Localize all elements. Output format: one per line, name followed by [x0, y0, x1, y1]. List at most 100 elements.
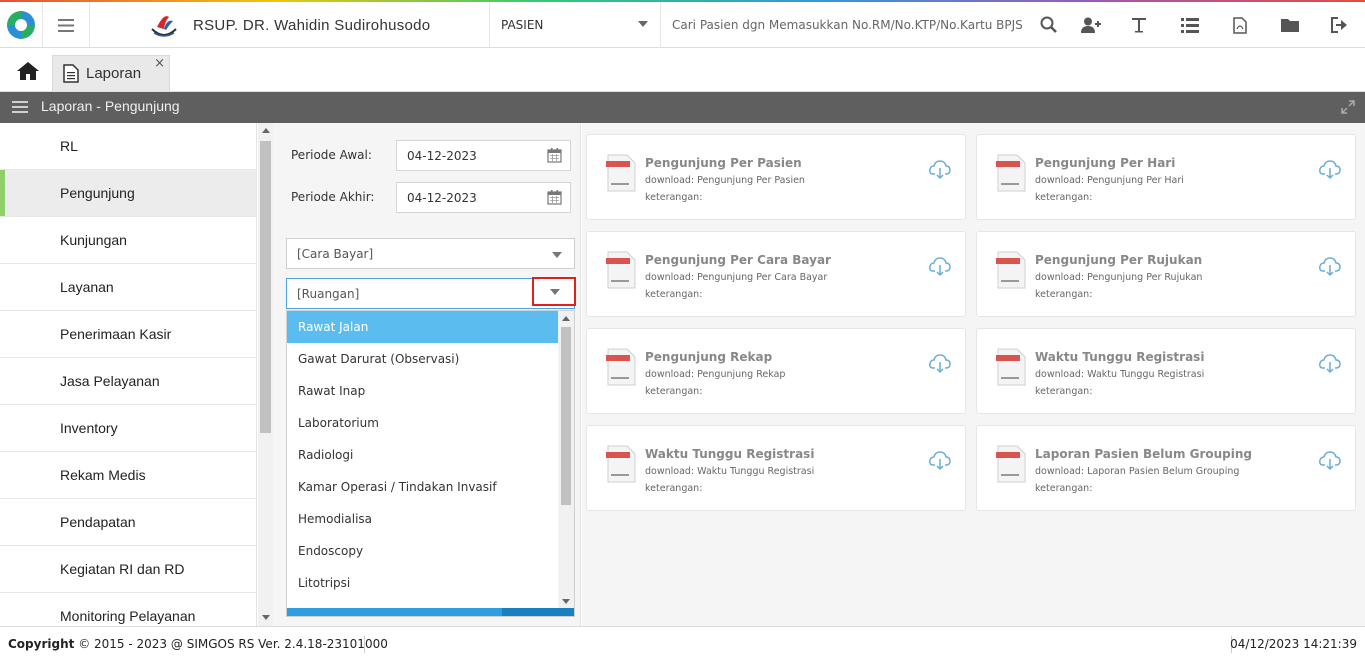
top-bar: RSUP. DR. Wahidin Sudirohusodo PASIEN: [0, 0, 1365, 48]
ruangan-dropdown-trigger[interactable]: [532, 277, 576, 306]
scroll-up-icon[interactable]: [562, 316, 570, 321]
dropdown-option-endoscopy[interactable]: Endoscopy: [287, 535, 558, 567]
home-button[interactable]: [10, 56, 46, 86]
cloud-download-icon[interactable]: [929, 354, 951, 374]
hospital-name: RSUP. DR. Wahidin Sudirohusodo: [193, 16, 431, 34]
footer: Copyright © 2015 - 2023 @ SIMGOS RS Ver.…: [0, 626, 1365, 662]
sidebar-item-inventory[interactable]: Inventory: [0, 405, 256, 452]
cloud-download-icon[interactable]: [929, 451, 951, 471]
report-keterangan: keterangan:: [645, 289, 703, 300]
sidebar-item-label: Inventory: [60, 420, 118, 436]
report-title: Pengunjung Per Rujukan: [1035, 253, 1203, 267]
pdf-icon: [1233, 16, 1247, 34]
report-card[interactable]: Pengunjung Per Rujukan download: Pengunj…: [976, 231, 1356, 317]
sidebar-item-label: Kunjungan: [60, 232, 127, 248]
document-icon: [63, 64, 79, 83]
sidebar-scrollbar[interactable]: [258, 123, 273, 626]
dropdown-option-kamar-operasi[interactable]: Kamar Operasi / Tindakan Invasif: [287, 471, 558, 503]
sidebar-item-layanan[interactable]: Layanan: [0, 264, 256, 311]
mode-select[interactable]: PASIEN: [491, 2, 661, 48]
scroll-down-icon[interactable]: [262, 615, 270, 620]
cara-bayar-select[interactable]: [Cara Bayar]: [286, 238, 575, 269]
panel-title: Laporan - Pengunjung: [41, 98, 180, 114]
home-icon: [17, 62, 39, 80]
report-card[interactable]: Waktu Tunggu Registrasi download: Waktu …: [976, 328, 1356, 414]
patient-search[interactable]: [662, 2, 1024, 48]
report-card[interactable]: Pengunjung Per Hari download: Pengunjung…: [976, 134, 1356, 220]
sidebar-item-penerimaan-kasir[interactable]: Penerimaan Kasir: [0, 311, 256, 358]
dropdown-option-rawat-jalan[interactable]: Rawat Jalan: [287, 311, 558, 343]
report-title: Pengunjung Per Cara Bayar: [645, 253, 831, 267]
hospital-logo-icon: [151, 16, 177, 37]
dropdown-option-rawat-inap[interactable]: Rawat Inap: [287, 375, 558, 407]
panel-menu-icon[interactable]: [12, 101, 28, 113]
scroll-up-icon[interactable]: [262, 128, 270, 133]
calendar-icon[interactable]: [547, 148, 562, 163]
folder-icon: [1281, 19, 1299, 32]
ruangan-select[interactable]: [Ruangan]: [286, 277, 576, 309]
cloud-download-icon[interactable]: [1319, 354, 1341, 374]
cloud-download-icon[interactable]: [1319, 160, 1341, 180]
periode-awal-field[interactable]: 04-12-2023: [396, 140, 571, 171]
sidebar-item-rl[interactable]: RL: [0, 123, 256, 170]
report-card[interactable]: Pengunjung Per Cara Bayar download: Peng…: [586, 231, 966, 317]
report-card[interactable]: Pengunjung Per Pasien download: Pengunju…: [586, 134, 966, 220]
sidebar-item-jasa-pelayanan[interactable]: Jasa Pelayanan: [0, 358, 256, 405]
report-download-text: download: Pengunjung Per Pasien: [645, 175, 805, 186]
sidebar-item-monitoring-pelayanan[interactable]: Monitoring Pelayanan: [0, 593, 256, 626]
search-icon: [1040, 16, 1057, 33]
report-file-icon: [606, 154, 636, 192]
report-title: Laporan Pasien Belum Grouping: [1035, 447, 1253, 461]
report-keterangan: keterangan:: [1035, 483, 1093, 494]
tab-label: Laporan: [86, 65, 142, 82]
cloud-download-icon[interactable]: [1319, 451, 1341, 471]
footer-divider: [364, 636, 365, 653]
calendar-icon[interactable]: [547, 190, 562, 205]
list-button[interactable]: [1165, 2, 1215, 48]
report-download-text: download: Waktu Tunggu Registrasi: [1035, 369, 1205, 380]
folder-button[interactable]: [1265, 2, 1315, 48]
dropdown-option-hemodialisa[interactable]: Hemodialisa: [287, 503, 558, 535]
ruangan-value: [Ruangan]: [297, 286, 360, 301]
text-button[interactable]: [1114, 2, 1164, 48]
dropdown-option-gawat-darurat[interactable]: Gawat Darurat (Observasi): [287, 343, 558, 375]
report-card[interactable]: Pengunjung Rekap download: Pengunjung Re…: [586, 328, 966, 414]
app-logo-icon: [6, 10, 36, 40]
scrollbar-thumb[interactable]: [561, 327, 571, 505]
periode-akhir-field[interactable]: 04-12-2023: [396, 182, 571, 213]
chevron-down-icon: [552, 252, 562, 258]
sidebar-item-label: Jasa Pelayanan: [60, 373, 160, 389]
cloud-download-icon[interactable]: [929, 257, 951, 277]
cloud-download-icon[interactable]: [929, 160, 951, 180]
report-card[interactable]: Waktu Tunggu Registrasi download: Waktu …: [586, 425, 966, 511]
sidebar-item-kunjungan[interactable]: Kunjungan: [0, 217, 256, 264]
report-file-icon: [606, 445, 636, 483]
report-title: Waktu Tunggu Registrasi: [645, 447, 815, 461]
logout-button[interactable]: [1315, 2, 1365, 48]
close-icon[interactable]: ×: [154, 56, 165, 72]
dropdown-scrollbar[interactable]: [558, 311, 574, 608]
expand-icon[interactable]: [1341, 100, 1355, 114]
sidebar-item-pendapatan[interactable]: Pendapatan: [0, 499, 256, 546]
app-logo[interactable]: [0, 2, 42, 48]
dropdown-option-litotripsi[interactable]: Litotripsi: [287, 567, 558, 599]
report-card[interactable]: Laporan Pasien Belum Grouping download: …: [976, 425, 1356, 511]
sidebar-item-rekam-medis[interactable]: Rekam Medis: [0, 452, 256, 499]
scroll-down-icon[interactable]: [562, 599, 570, 604]
report-keterangan: keterangan:: [1035, 192, 1093, 203]
cloud-download-icon[interactable]: [1319, 257, 1341, 277]
dropdown-option-laboratorium[interactable]: Laboratorium: [287, 407, 558, 439]
sidebar-item-pengunjung[interactable]: Pengunjung: [0, 170, 256, 217]
copyright: Copyright © 2015 - 2023 @ SIMGOS RS Ver.…: [8, 637, 388, 651]
patient-search-input[interactable]: [672, 18, 1022, 32]
report-category-sidebar: RL Pengunjung Kunjungan Layanan Penerima…: [0, 123, 257, 626]
sidebar-item-label: Rekam Medis: [60, 467, 146, 483]
main-menu-button[interactable]: [42, 2, 90, 48]
pdf-button[interactable]: [1215, 2, 1265, 48]
scrollbar-thumb[interactable]: [260, 141, 271, 433]
tab-laporan[interactable]: Laporan ×: [52, 55, 170, 91]
add-patient-button[interactable]: [1066, 2, 1116, 48]
sidebar-item-kegiatan-ri-rd[interactable]: Kegiatan RI dan RD: [0, 546, 256, 593]
report-file-icon: [606, 251, 636, 289]
dropdown-option-radiologi[interactable]: Radiologi: [287, 439, 558, 471]
